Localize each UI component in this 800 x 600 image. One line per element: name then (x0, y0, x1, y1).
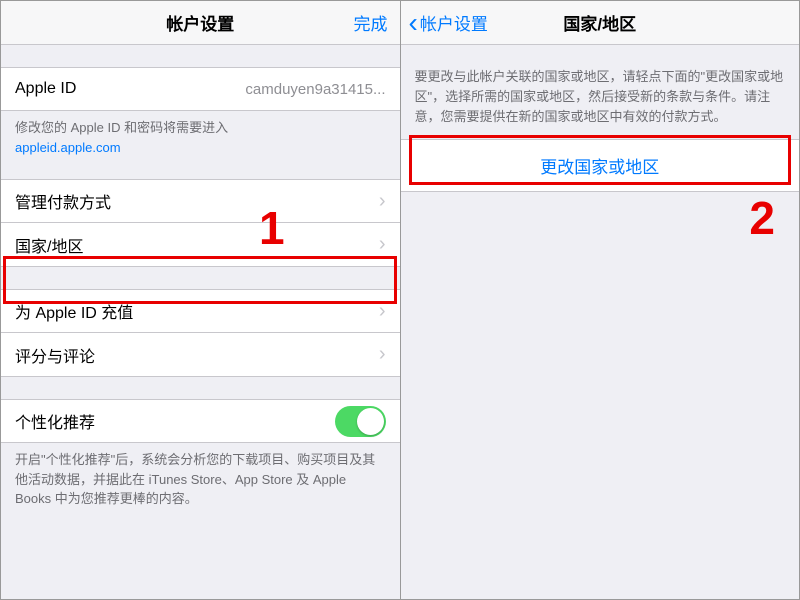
navbar: ‹ 帐户设置 国家/地区 (401, 1, 800, 45)
nav-title: 国家/地区 (563, 10, 636, 35)
payment-group: 管理付款方式 › 国家/地区 › (1, 179, 400, 267)
chevron-left-icon: ‹ (409, 9, 418, 37)
done-button[interactable]: 完成 (354, 10, 388, 35)
country-region-row[interactable]: 国家/地区 › (1, 223, 400, 267)
ratings-reviews-label: 评分与评论 (15, 343, 95, 367)
screen-account-settings: 帐户设置 完成 Apple ID camduyen9a31415... 修改您的… (1, 1, 401, 599)
appleid-group: Apple ID camduyen9a31415... 修改您的 Apple I… (1, 67, 400, 157)
personalized-row: 个性化推荐 (1, 399, 400, 443)
appleid-note-text: 修改您的 Apple ID 和密码将需要进入 (15, 120, 228, 135)
apple-id-value: camduyen9a31415... (245, 81, 385, 98)
chevron-right-icon: › (379, 300, 386, 323)
manage-payment-label: 管理付款方式 (15, 189, 111, 213)
appleid-note: 修改您的 Apple ID 和密码将需要进入 appleid.apple.com (1, 111, 400, 157)
appleid-link[interactable]: appleid.apple.com (15, 140, 121, 155)
add-funds-row[interactable]: 为 Apple ID 充值 › (1, 289, 400, 333)
change-country-button[interactable]: 更改国家或地区 (401, 139, 800, 192)
nav-title: 帐户设置 (166, 10, 234, 35)
country-description: 要更改与此帐户关联的国家或地区，请轻点下面的"更改国家或地区"，选择所需的国家或… (401, 57, 800, 135)
chevron-right-icon: › (379, 233, 386, 256)
chevron-right-icon: › (379, 190, 386, 213)
country-region-label: 国家/地区 (15, 233, 83, 257)
screen-country-region: ‹ 帐户设置 国家/地区 要更改与此帐户关联的国家或地区，请轻点下面的"更改国家… (401, 1, 800, 599)
apple-id-label: Apple ID (15, 80, 76, 98)
personalized-group: 个性化推荐 开启"个性化推荐"后，系统会分析您的下载项目、购买项目及其他活动数据… (1, 399, 400, 509)
personalized-toggle[interactable] (335, 406, 386, 437)
personalized-note: 开启"个性化推荐"后，系统会分析您的下载项目、购买项目及其他活动数据，并据此在 … (1, 443, 400, 509)
navbar: 帐户设置 完成 (1, 1, 400, 45)
manage-payment-row[interactable]: 管理付款方式 › (1, 179, 400, 223)
back-label: 帐户设置 (420, 10, 488, 35)
apple-id-row[interactable]: Apple ID camduyen9a31415... (1, 67, 400, 111)
chevron-right-icon: › (379, 343, 386, 366)
back-button[interactable]: ‹ 帐户设置 (409, 9, 488, 37)
ratings-reviews-row[interactable]: 评分与评论 › (1, 333, 400, 377)
annotation-step-2: 2 (749, 191, 775, 245)
personalized-label: 个性化推荐 (15, 409, 95, 433)
add-funds-label: 为 Apple ID 充值 (15, 299, 133, 323)
funds-group: 为 Apple ID 充值 › 评分与评论 › (1, 289, 400, 377)
screens-container: 帐户设置 完成 Apple ID camduyen9a31415... 修改您的… (0, 0, 800, 600)
